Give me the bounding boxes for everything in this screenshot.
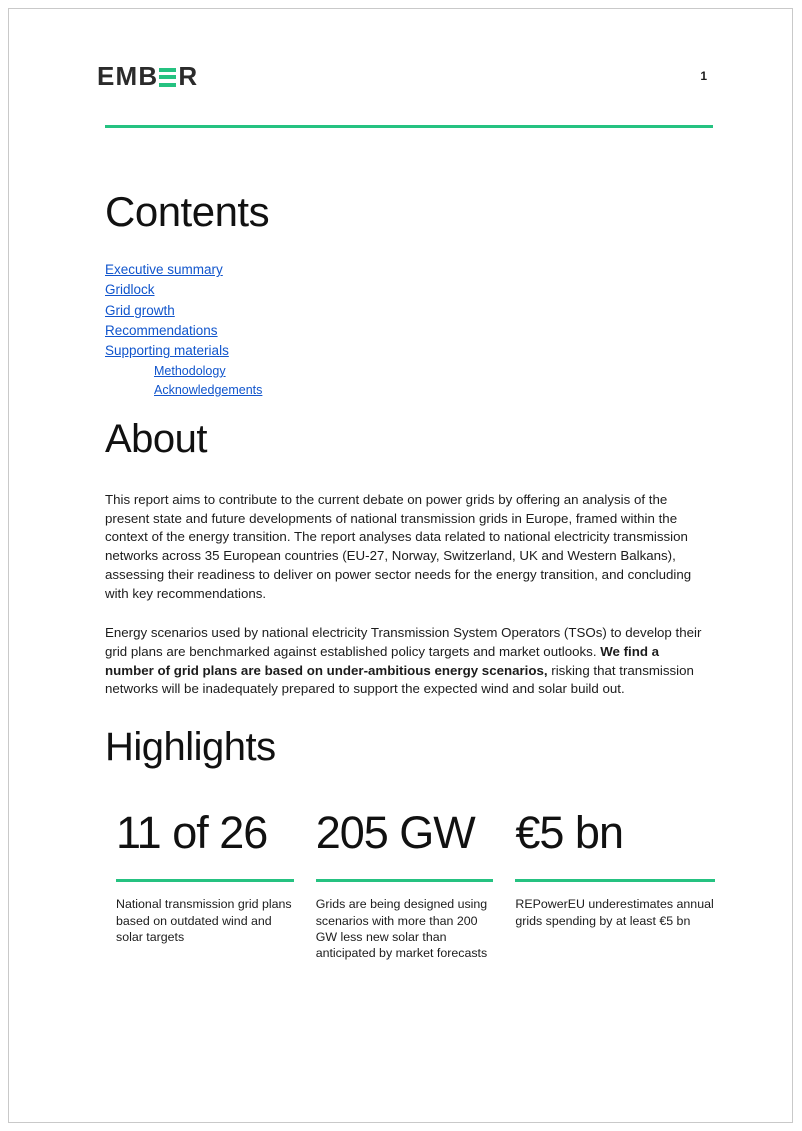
ember-logo: EMB R	[97, 61, 198, 91]
logo-text-before: EMB	[97, 61, 159, 91]
stat-caption-2: Grids are being designed using scenarios…	[315, 897, 488, 961]
toc-link-acknowledgements[interactable]: Acknowledgements	[154, 381, 262, 400]
about-paragraph-1: This report aims to contribute to the cu…	[105, 492, 692, 601]
toc-link-recommendations[interactable]: Recommendations	[105, 321, 218, 341]
stat-value-2: 205 GW	[315, 807, 476, 858]
stat-value-1: 11 of 26	[116, 807, 268, 858]
header-divider	[105, 125, 713, 128]
stat-divider-3	[515, 879, 716, 883]
table-of-contents: Executive summary Gridlock Grid growth R…	[105, 260, 715, 399]
page-number: 1	[700, 69, 707, 83]
about-section: About This report aims to contribute to …	[105, 417, 709, 699]
stat-card-3: €5 bn REPowerEU underestimates annual gr…	[515, 807, 716, 961]
highlights-stats-row: 11 of 26 National transmission grid plan…	[116, 807, 716, 961]
about-heading: About	[105, 417, 208, 461]
highlights-section: Highlights 11 of 26 National transmissio…	[105, 725, 716, 961]
toc-link-executive-summary[interactable]: Executive summary	[105, 260, 223, 280]
stat-card-1: 11 of 26 National transmission grid plan…	[116, 809, 316, 961]
toc-link-methodology[interactable]: Methodology	[154, 362, 226, 381]
contents-heading: Contents	[105, 188, 270, 235]
logo-e-bars-icon	[159, 67, 177, 87]
contents-section: Contents Executive summary Gridlock Grid…	[105, 188, 715, 400]
toc-link-grid-growth[interactable]: Grid growth	[105, 301, 175, 321]
logo-text-after: R	[178, 61, 199, 91]
toc-link-gridlock[interactable]: Gridlock	[105, 280, 155, 300]
stat-divider-1	[116, 879, 294, 883]
document-page: EMB R 1 Contents Executive summary Gridl…	[8, 8, 793, 1123]
stat-caption-1: National transmission grid plans based o…	[116, 897, 292, 944]
stat-divider-2	[315, 879, 494, 883]
highlights-heading: Highlights	[105, 725, 276, 769]
page-header: EMB R 1	[97, 61, 707, 101]
stat-card-2: 205 GW Grids are being designed using sc…	[315, 807, 516, 961]
about-paragraph-2: Energy scenarios used by national electr…	[105, 624, 709, 699]
toc-link-supporting-materials[interactable]: Supporting materials	[105, 341, 229, 361]
stat-value-3: €5 bn	[515, 807, 624, 858]
stat-caption-3: REPowerEU underestimates annual grids sp…	[515, 897, 714, 928]
